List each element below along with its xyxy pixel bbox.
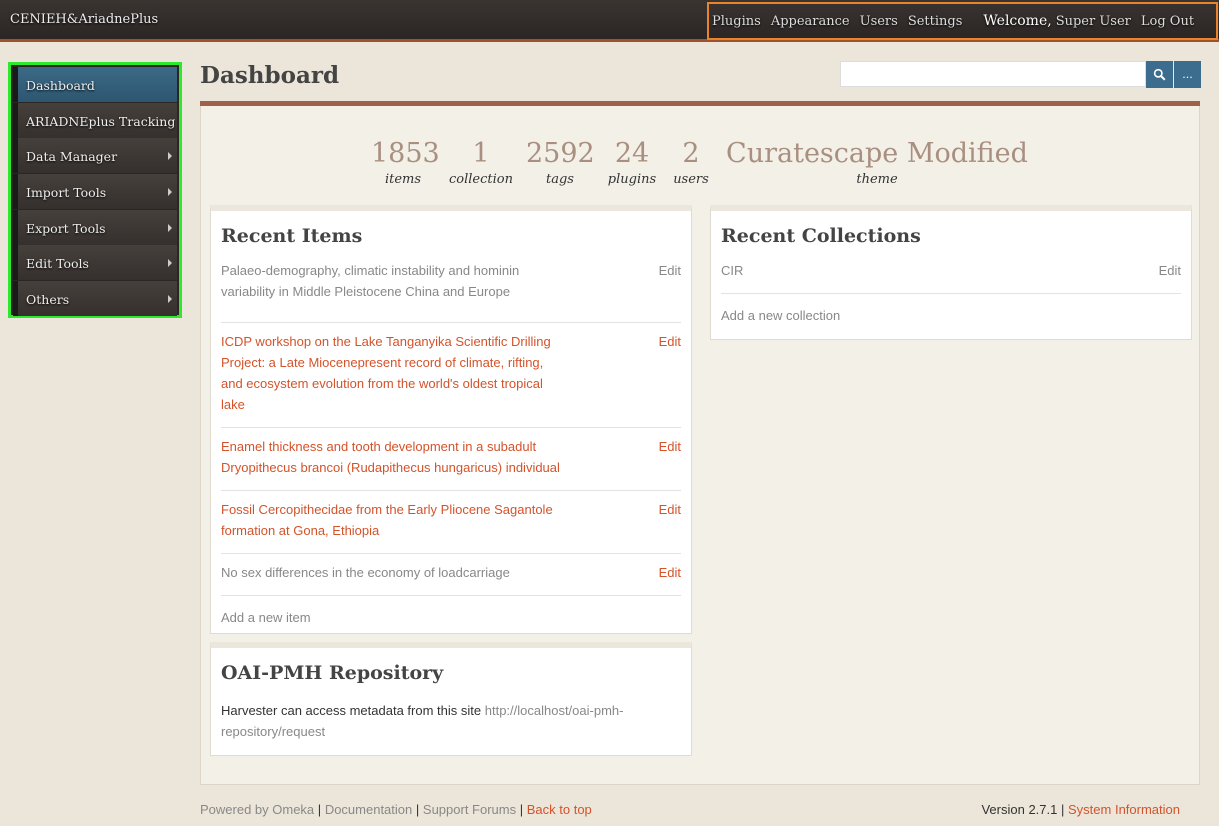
sidebar-item-label: Data Manager <box>26 149 118 165</box>
recent-collections-panel: Recent Collections CIR Edit Add a new co… <box>710 205 1192 340</box>
stat-label: plugins <box>607 172 657 187</box>
stat-label: users <box>673 172 709 187</box>
version-text: Version 2.7.1 <box>981 802 1058 817</box>
chevron-right-icon <box>168 259 172 268</box>
stat-label: tags <box>546 172 574 187</box>
logout-link[interactable]: Log Out <box>1141 14 1194 29</box>
recent-collections-heading: Recent Collections <box>721 225 921 247</box>
oai-pmh-description: Harvester can access metadata from this … <box>221 700 681 742</box>
sidebar-item-label: Import Tools <box>26 185 107 201</box>
search-button[interactable] <box>1146 61 1173 88</box>
search-input[interactable] <box>840 61 1146 87</box>
powered-by-link[interactable]: Powered by Omeka <box>200 802 314 817</box>
stat-label: theme <box>856 172 898 187</box>
recent-items-panel: Recent Items Palaeo-demography, climatic… <box>210 205 692 634</box>
sidebar-item-others[interactable]: Others <box>13 281 177 317</box>
stat-value: Curatescape Modified <box>726 138 1028 169</box>
item-title-link[interactable]: ICDP workshop on the Lake Tanganyika Sci… <box>221 331 566 415</box>
sidebar-item-export-tools[interactable]: Export Tools <box>13 209 177 245</box>
welcome-text: Welcome, <box>983 13 1052 29</box>
oai-pmh-url-part2: repository/request <box>221 724 326 739</box>
stat-items[interactable]: 1853 items <box>371 138 440 187</box>
stat-value: 1 <box>472 138 490 169</box>
stat-value: 2592 <box>526 138 595 169</box>
list-item: Enamel thickness and tooth development i… <box>221 428 681 491</box>
nav-appearance[interactable]: Appearance <box>771 14 850 29</box>
sidebar-item-import-tools[interactable]: Import Tools <box>13 174 177 210</box>
nav-settings[interactable]: Settings <box>908 14 963 29</box>
page-title: Dashboard <box>200 62 340 89</box>
top-bar: CENIEH&AriadnePlus Plugins Appearance Us… <box>0 0 1219 42</box>
chevron-right-icon <box>168 152 172 161</box>
footer-separator: | <box>1060 802 1065 817</box>
sidebar-item-label: Others <box>26 292 70 308</box>
advanced-search-button[interactable]: ... <box>1174 61 1201 88</box>
dashboard-content: 1853 items 1 collection 2592 tags 24 plu… <box>200 106 1200 785</box>
add-new-collection-link[interactable]: Add a new collection <box>721 308 1191 323</box>
sidebar-item-label: ARIADNEplus Tracking <box>26 113 176 129</box>
documentation-link[interactable]: Documentation <box>325 802 412 817</box>
sidebar-nav: Dashboard ARIADNEplus Tracking Data Mana… <box>8 62 182 318</box>
list-item: Fossil Cercopithecidae from the Early Pl… <box>221 491 681 554</box>
item-title-link[interactable]: Fossil Cercopithecidae from the Early Pl… <box>221 499 566 541</box>
item-title-link[interactable]: No sex differences in the economy of loa… <box>221 562 566 583</box>
stat-label: items <box>384 172 422 187</box>
edit-link[interactable]: Edit <box>659 562 681 583</box>
collection-title-link[interactable]: CIR <box>721 260 1066 281</box>
chevron-right-icon <box>168 188 172 197</box>
stat-value: 1853 <box>371 138 440 169</box>
sidebar-item-edit-tools[interactable]: Edit Tools <box>13 245 177 281</box>
sidebar-item-label: Export Tools <box>26 220 106 236</box>
system-information-link[interactable]: System Information <box>1068 802 1180 817</box>
list-item: No sex differences in the economy of loa… <box>221 554 681 596</box>
chevron-right-icon <box>168 295 172 304</box>
nav-users[interactable]: Users <box>860 14 898 29</box>
chevron-right-icon <box>168 223 172 232</box>
search-icon <box>1153 68 1166 81</box>
user-profile-link[interactable]: Super User <box>1056 14 1131 29</box>
nav-plugins[interactable]: Plugins <box>712 14 761 29</box>
footer-version: Version 2.7.1 | System Information <box>981 802 1180 817</box>
edit-link[interactable]: Edit <box>659 331 681 352</box>
oai-pmh-text: Harvester can access metadata from this … <box>221 703 482 718</box>
footer-separator: | <box>415 802 420 817</box>
support-forums-link[interactable]: Support Forums <box>423 802 516 817</box>
stat-collections[interactable]: 1 collection <box>444 138 518 187</box>
footer-separator: | <box>317 802 322 817</box>
footer-separator: | <box>519 802 524 817</box>
list-item: Palaeo-demography, climatic instability … <box>221 260 681 323</box>
stat-theme[interactable]: Curatescape Modified theme <box>723 138 1031 187</box>
item-title-link[interactable]: Enamel thickness and tooth development i… <box>221 436 566 478</box>
search-form: ... <box>840 61 1201 88</box>
stat-plugins[interactable]: 24 plugins <box>602 138 662 187</box>
back-to-top-link[interactable]: Back to top <box>527 802 592 817</box>
footer-links: Powered by Omeka | Documentation | Suppo… <box>200 802 592 817</box>
edit-link[interactable]: Edit <box>659 436 681 457</box>
oai-pmh-heading: OAI-PMH Repository <box>221 662 444 684</box>
top-nav: Plugins Appearance Users Settings Welcom… <box>707 2 1218 40</box>
sidebar-item-label: Edit Tools <box>26 256 89 272</box>
add-new-item-link[interactable]: Add a new item <box>221 610 691 625</box>
item-title-link[interactable]: Palaeo-demography, climatic instability … <box>221 260 566 302</box>
oai-pmh-url-part1: http://localhost/oai-pmh- <box>484 703 624 718</box>
site-title-link[interactable]: CENIEH&AriadnePlus <box>10 12 158 27</box>
edit-link[interactable]: Edit <box>659 260 681 281</box>
edit-link[interactable]: Edit <box>659 499 681 520</box>
stat-label: collection <box>449 172 513 187</box>
oai-pmh-panel: OAI-PMH Repository Harvester can access … <box>210 642 692 756</box>
sidebar-item-dashboard[interactable]: Dashboard <box>13 67 177 102</box>
sidebar-item-ariadneplus-tracking[interactable]: ARIADNEplus Tracking <box>13 102 177 138</box>
sidebar-item-data-manager[interactable]: Data Manager <box>13 138 177 174</box>
stat-value: 24 <box>614 138 650 169</box>
list-item: CIR Edit <box>721 260 1181 294</box>
list-item: ICDP workshop on the Lake Tanganyika Sci… <box>221 323 681 428</box>
recent-items-heading: Recent Items <box>221 225 363 247</box>
sidebar-item-label: Dashboard <box>26 78 95 93</box>
stat-value: 2 <box>682 138 700 169</box>
stat-users[interactable]: 2 users <box>667 138 715 187</box>
stat-tags[interactable]: 2592 tags <box>526 138 595 187</box>
edit-link[interactable]: Edit <box>1159 260 1181 281</box>
